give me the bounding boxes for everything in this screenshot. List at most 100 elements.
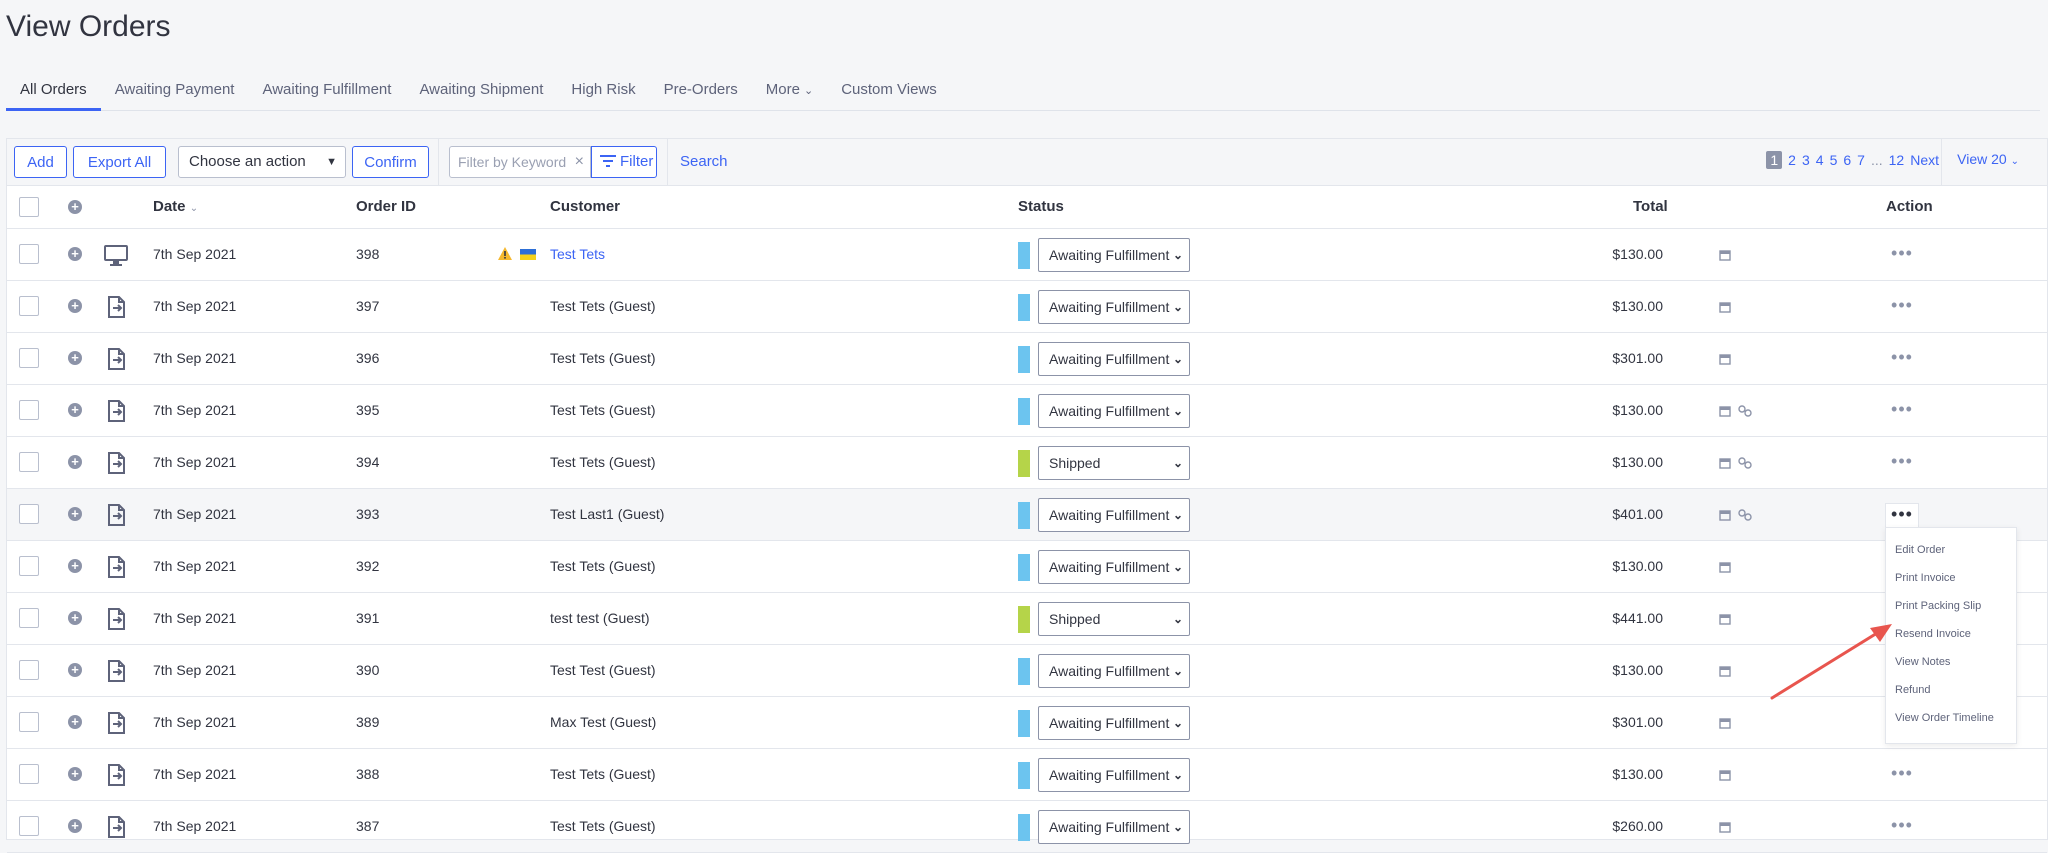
expand-row-icon[interactable]: + — [68, 351, 82, 365]
status-color-bar — [1018, 762, 1030, 789]
expand-row-icon[interactable]: + — [68, 611, 82, 625]
order-date: 7th Sep 2021 — [153, 506, 237, 522]
tab-awaiting-shipment[interactable]: Awaiting Shipment — [405, 72, 557, 108]
status-select-awaiting-fulfillment[interactable]: Awaiting Fulfillment ⌄ — [1038, 394, 1190, 428]
row-actions-more-icon[interactable]: ••• — [1885, 295, 1919, 319]
table-row[interactable]: +7th Sep 2021 388 Test Tets (Guest) Awaitin… — [7, 749, 2047, 801]
table-row[interactable]: +7th Sep 2021 387 Test Tets (Guest) Awaitin… — [7, 801, 2047, 853]
tab-custom-views[interactable]: Custom Views — [827, 72, 951, 108]
row-checkbox[interactable] — [19, 608, 39, 628]
row-actions-more-icon[interactable]: ••• — [1885, 347, 1919, 371]
page-link[interactable]: 6 — [1843, 152, 1851, 168]
status-select-awaiting-fulfillment[interactable]: Awaiting Fulfillment ⌄ — [1038, 238, 1190, 272]
table-row[interactable]: +7th Sep 2021 398 Test Tets Awaiting Fulfil… — [7, 229, 2047, 281]
order-total: $301.00 — [1612, 714, 1663, 730]
row-checkbox[interactable] — [19, 712, 39, 732]
status-select-awaiting-fulfillment[interactable]: Awaiting Fulfillment ⌄ — [1038, 810, 1190, 844]
row-checkbox[interactable] — [19, 348, 39, 368]
confirm-button[interactable]: Confirm — [352, 146, 429, 178]
row-checkbox[interactable] — [19, 452, 39, 472]
menu-item-refund[interactable]: Refund — [1886, 676, 2016, 704]
page-link[interactable]: 4 — [1816, 152, 1824, 168]
page-next-link[interactable]: Next — [1910, 152, 1939, 168]
status-select-awaiting-fulfillment[interactable]: Awaiting Fulfillment ⌄ — [1038, 550, 1190, 584]
expand-row-icon[interactable]: + — [68, 559, 82, 573]
chevron-down-icon: ⌄ — [2010, 156, 2019, 167]
clear-icon[interactable]: × — [575, 147, 584, 177]
expand-row-icon[interactable]: + — [68, 403, 82, 417]
row-checkbox[interactable] — [19, 244, 39, 264]
expand-all-icon[interactable]: + — [68, 200, 82, 214]
menu-item-resend-invoice[interactable]: Resend Invoice — [1886, 620, 2016, 648]
table-row[interactable]: +7th Sep 2021 394 Test Tets (Guest) Shipped… — [7, 437, 2047, 489]
tab-all-orders[interactable]: All Orders — [6, 72, 101, 111]
date-column-header[interactable]: Date ⌄ — [153, 186, 198, 230]
expand-row-icon[interactable]: + — [68, 299, 82, 313]
table-row[interactable]: +7th Sep 2021 389 Max Test (Guest) Awaiting… — [7, 697, 2047, 749]
menu-item-print-invoice[interactable]: Print Invoice — [1886, 564, 2016, 592]
export-all-button[interactable]: Export All — [73, 146, 166, 178]
calendar-icon — [1719, 560, 1731, 573]
table-row[interactable]: +7th Sep 2021 397 Test Tets (Guest) Awaitin… — [7, 281, 2047, 333]
order-total: $130.00 — [1612, 402, 1663, 418]
row-actions-more-icon[interactable]: ••• — [1885, 815, 1919, 839]
customer-link[interactable]: Test Tets — [550, 229, 605, 280]
status-select-shipped[interactable]: Shipped ⌄ — [1038, 602, 1190, 636]
bulk-action-select[interactable]: Choose an action ▼ — [178, 146, 346, 178]
add-button[interactable]: Add — [14, 146, 67, 178]
filter-button[interactable]: Filter — [591, 146, 657, 178]
view-count-select[interactable]: View 20 ⌄ — [1957, 151, 2019, 167]
table-row[interactable]: +7th Sep 2021 391 test test (Guest) Shipped… — [7, 593, 2047, 645]
row-checkbox[interactable] — [19, 400, 39, 420]
expand-row-icon[interactable]: + — [68, 715, 82, 729]
menu-item-view-notes[interactable]: View Notes — [1886, 648, 2016, 676]
table-row[interactable]: +7th Sep 2021 390 Test Test (Guest) Awaitin… — [7, 645, 2047, 697]
tab-high-risk[interactable]: High Risk — [557, 72, 649, 108]
tab-pre-orders[interactable]: Pre-Orders — [650, 72, 752, 108]
table-row[interactable]: +7th Sep 2021 393 Test Last1 (Guest) Awaiti… — [7, 489, 2047, 541]
row-actions-more-icon[interactable]: ••• — [1885, 451, 1919, 475]
expand-row-icon[interactable]: + — [68, 663, 82, 677]
tab-awaiting-fulfillment[interactable]: Awaiting Fulfillment — [248, 72, 405, 108]
table-row[interactable]: +7th Sep 2021 395 Test Tets (Guest) Awaitin… — [7, 385, 2047, 437]
expand-row-icon[interactable]: + — [68, 507, 82, 521]
row-checkbox[interactable] — [19, 556, 39, 576]
expand-row-icon[interactable]: + — [68, 247, 82, 261]
status-select-awaiting-fulfillment[interactable]: Awaiting Fulfillment ⌄ — [1038, 290, 1190, 324]
select-all-checkbox[interactable] — [19, 197, 39, 217]
page-link[interactable]: 3 — [1802, 152, 1810, 168]
status-select-shipped[interactable]: Shipped ⌄ — [1038, 446, 1190, 480]
status-select-awaiting-fulfillment[interactable]: Awaiting Fulfillment ⌄ — [1038, 706, 1190, 740]
row-checkbox[interactable] — [19, 660, 39, 680]
chevron-down-icon: ⌄ — [1172, 820, 1183, 834]
expand-row-icon[interactable]: + — [68, 455, 82, 469]
row-actions-more-icon[interactable]: ••• — [1885, 399, 1919, 423]
row-actions-more-icon[interactable]: ••• — [1885, 503, 1919, 527]
menu-item-edit-order[interactable]: Edit Order — [1886, 536, 2016, 564]
page-link[interactable]: 7 — [1857, 152, 1865, 168]
row-actions-more-icon[interactable]: ••• — [1885, 763, 1919, 787]
table-row[interactable]: +7th Sep 2021 396 Test Tets (Guest) Awaitin… — [7, 333, 2047, 385]
status-select-awaiting-fulfillment[interactable]: Awaiting Fulfillment ⌄ — [1038, 758, 1190, 792]
filter-keyword-input[interactable]: Filter by Keyword × — [449, 146, 591, 178]
row-checkbox[interactable] — [19, 816, 39, 836]
search-link[interactable]: Search — [680, 146, 728, 178]
menu-item-view-order-timeline[interactable]: View Order Timeline — [1886, 704, 2016, 732]
status-select-awaiting-fulfillment[interactable]: Awaiting Fulfillment ⌄ — [1038, 498, 1190, 532]
row-checkbox[interactable] — [19, 764, 39, 784]
page-link[interactable]: 2 — [1788, 152, 1796, 168]
page-current[interactable]: 1 — [1766, 151, 1783, 169]
row-checkbox[interactable] — [19, 504, 39, 524]
tab-awaiting-payment[interactable]: Awaiting Payment — [101, 72, 249, 108]
page-link-last[interactable]: 12 — [1889, 152, 1905, 168]
expand-row-icon[interactable]: + — [68, 767, 82, 781]
row-actions-more-icon[interactable]: ••• — [1885, 243, 1919, 267]
expand-row-icon[interactable]: + — [68, 819, 82, 833]
tab-more[interactable]: More ⌄ — [752, 72, 827, 108]
menu-item-print-packing-slip[interactable]: Print Packing Slip — [1886, 592, 2016, 620]
table-row[interactable]: +7th Sep 2021 392 Test Tets (Guest) Awaitin… — [7, 541, 2047, 593]
status-select-awaiting-fulfillment[interactable]: Awaiting Fulfillment ⌄ — [1038, 342, 1190, 376]
page-link[interactable]: 5 — [1830, 152, 1838, 168]
status-select-awaiting-fulfillment[interactable]: Awaiting Fulfillment ⌄ — [1038, 654, 1190, 688]
row-checkbox[interactable] — [19, 296, 39, 316]
